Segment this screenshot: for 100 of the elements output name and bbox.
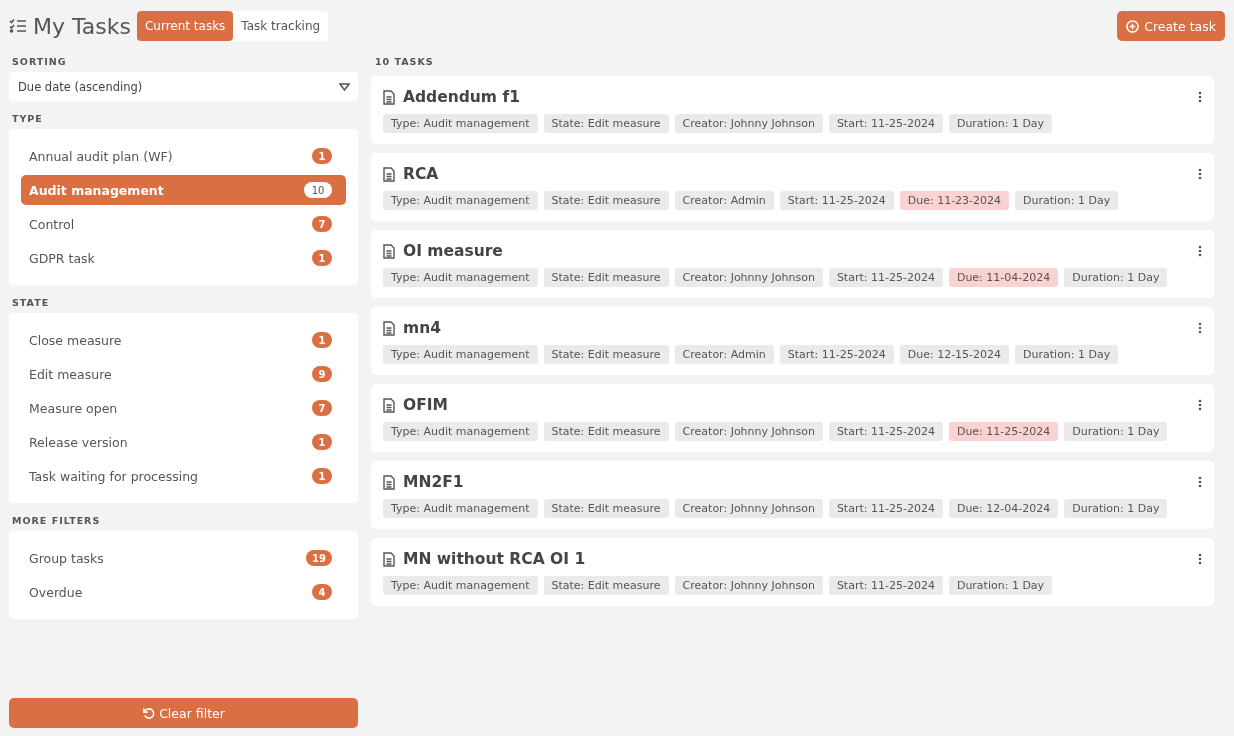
section-heading: STATE — [12, 297, 51, 308]
task-tag: Type: Audit management — [383, 268, 538, 287]
more-icon[interactable] — [1198, 476, 1202, 488]
task-tag: Due: 11-25-2024 — [948, 422, 1059, 441]
filter-item[interactable]: GDPR task 1 — [21, 243, 346, 273]
sorting-dropdown[interactable]: Due date (ascending) — [9, 72, 358, 101]
filter-item[interactable]: Close measure 1 — [21, 325, 346, 355]
document-icon — [383, 89, 395, 105]
section-heading: SORTING — [12, 56, 68, 67]
count-badge: 7 — [312, 400, 332, 416]
count-badge: 9 — [312, 366, 332, 382]
task-title[interactable]: MN without RCA OI 1 — [403, 550, 586, 568]
more-icon[interactable] — [1198, 322, 1202, 334]
task-count: 10 TASKS — [375, 56, 435, 67]
task-tag: State: Edit measure — [543, 499, 669, 518]
page-title: My Tasks — [33, 13, 131, 39]
more-icon[interactable] — [1198, 91, 1202, 103]
task-tag: Start: 11-25-2024 — [828, 576, 943, 595]
count-badge: 10 — [304, 182, 332, 198]
task-tag: Creator: Johnny Johnson — [674, 576, 823, 595]
task-title[interactable]: OFIM — [403, 396, 448, 414]
view-tab[interactable]: Task tracking — [233, 11, 329, 41]
task-tag: State: Edit measure — [543, 422, 669, 441]
filter-label: Release version — [29, 434, 128, 450]
count-badge: 4 — [312, 584, 332, 600]
task-title[interactable]: Addendum f1 — [403, 88, 520, 106]
task-tag: Due: 11-23-2024 — [899, 191, 1010, 210]
filter-item[interactable]: Overdue 4 — [21, 577, 346, 607]
task-tag: Creator: Johnny Johnson — [674, 268, 823, 287]
task-tag: Type: Audit management — [383, 576, 538, 595]
filter-label: Measure open — [29, 400, 118, 416]
task-tag: Type: Audit management — [383, 422, 538, 441]
count-badge: 1 — [312, 250, 332, 266]
count-badge: 19 — [306, 550, 332, 566]
task-tag: Start: 11-25-2024 — [828, 422, 943, 441]
count-badge: 1 — [312, 332, 332, 348]
task-tag: Due: 12-04-2024 — [948, 499, 1059, 518]
filter-label: GDPR task — [29, 250, 95, 266]
dropdown-value: Due date (ascending) — [18, 79, 143, 94]
filter-item[interactable]: Edit measure 9 — [21, 359, 346, 389]
task-tag: Start: 11-25-2024 — [779, 345, 894, 364]
task-title[interactable]: OI measure — [403, 242, 503, 260]
task-title[interactable]: MN2F1 — [403, 473, 464, 491]
filter-label: Task waiting for processing — [29, 468, 199, 484]
filter-item[interactable]: Task waiting for processing 1 — [21, 461, 346, 491]
filter-item[interactable]: Group tasks 19 — [21, 543, 346, 573]
task-tag: Start: 11-25-2024 — [828, 114, 943, 133]
task-tag: Duration: 1 Day — [1064, 422, 1168, 441]
filter-item[interactable]: Annual audit plan (WF) 1 — [21, 141, 346, 171]
more-icon[interactable] — [1198, 399, 1202, 411]
task-tag: Start: 11-25-2024 — [828, 499, 943, 518]
task-title[interactable]: mn4 — [403, 319, 441, 337]
plus-circle-icon — [1126, 19, 1140, 33]
task-tag: Type: Audit management — [383, 114, 538, 133]
task-tag: Duration: 1 Day — [1015, 191, 1119, 210]
task-title[interactable]: RCA — [403, 165, 439, 183]
filter-item[interactable]: Measure open 7 — [21, 393, 346, 423]
task-tag: Duration: 1 Day — [1015, 345, 1119, 364]
task-tag: Start: 11-25-2024 — [779, 191, 894, 210]
task-tag: Creator: Johnny Johnson — [674, 114, 823, 133]
filter-label: Control — [29, 216, 75, 232]
filter-label: Annual audit plan (WF) — [29, 148, 173, 164]
more-icon[interactable] — [1198, 245, 1202, 257]
task-tag: Duration: 1 Day — [948, 576, 1053, 595]
filter-item[interactable]: Audit management 10 — [21, 175, 346, 205]
task-tag: State: Edit measure — [543, 114, 669, 133]
task-tag: Creator: Admin — [674, 191, 774, 210]
document-icon — [383, 166, 395, 182]
task-tag: Duration: 1 Day — [1064, 268, 1168, 287]
caret-icon — [339, 82, 350, 91]
more-icon[interactable] — [1198, 168, 1202, 180]
undo-icon — [142, 706, 156, 720]
task-tag: State: Edit measure — [543, 191, 669, 210]
task-tag: State: Edit measure — [543, 268, 669, 287]
task-tag: Duration: 1 Day — [1064, 499, 1168, 518]
document-icon — [383, 551, 395, 567]
task-tag: Creator: Johnny Johnson — [674, 422, 823, 441]
section-heading: MORE FILTERS — [12, 515, 102, 526]
filter-item[interactable]: Release version 1 — [21, 427, 346, 457]
task-tag: State: Edit measure — [543, 345, 669, 364]
filter-label: Audit management — [29, 182, 164, 198]
task-tag: Type: Audit management — [383, 345, 538, 364]
task-tag: Type: Audit management — [383, 191, 538, 210]
filter-label: Overdue — [29, 584, 83, 600]
document-icon — [383, 243, 395, 259]
task-tag: Type: Audit management — [383, 499, 538, 518]
document-icon — [383, 474, 395, 490]
count-badge: 1 — [312, 148, 332, 164]
filter-item[interactable]: Control 7 — [21, 209, 346, 239]
section-heading: TYPE — [12, 113, 44, 124]
document-icon — [383, 397, 395, 413]
more-icon[interactable] — [1198, 553, 1202, 565]
count-badge: 7 — [312, 216, 332, 232]
count-badge: 1 — [312, 468, 332, 484]
checklist-icon — [9, 18, 27, 34]
document-icon — [383, 320, 395, 336]
filter-label: Group tasks — [29, 550, 104, 566]
count-badge: 1 — [312, 434, 332, 450]
task-tag: Start: 11-25-2024 — [828, 268, 943, 287]
task-tag: Creator: Johnny Johnson — [674, 499, 823, 518]
